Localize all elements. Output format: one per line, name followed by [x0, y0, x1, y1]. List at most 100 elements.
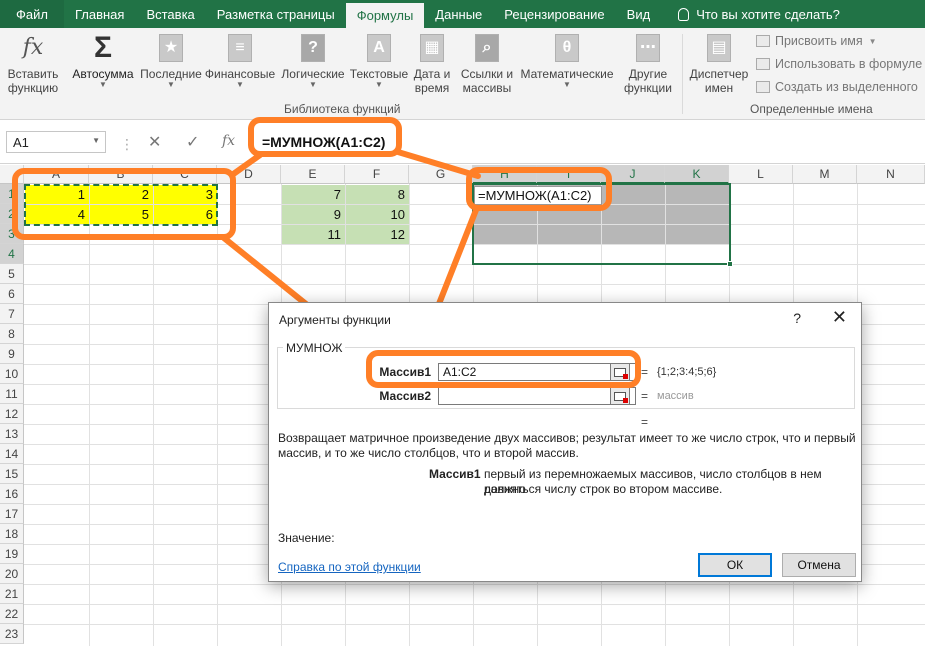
function-help-link[interactable]: Справка по этой функции	[278, 560, 421, 574]
lookup-button[interactable]: ⌕ Ссылки и массивы	[456, 32, 518, 95]
lightbulb-icon	[678, 7, 690, 21]
defined-names-label: Определенные имена	[750, 102, 873, 116]
col-header-f[interactable]: F	[345, 165, 409, 184]
logical-button[interactable]: ? Логические ▼	[278, 32, 348, 89]
row-header-8[interactable]: 8	[0, 324, 24, 344]
dialog-title: Аргументы функции	[279, 313, 391, 327]
sigma-icon: Σ	[93, 31, 112, 64]
annotation-formula-bar	[248, 117, 402, 157]
arg1-result: {1;2;3:4;5;6}	[657, 366, 717, 378]
tell-me-text: Что вы хотите сделать?	[696, 6, 840, 22]
close-icon[interactable]: ✕	[832, 307, 847, 328]
arg2-range-picker-icon[interactable]	[610, 387, 630, 405]
row-header-22[interactable]: 22	[0, 604, 24, 624]
other-functions-button[interactable]: ⋯ Другие функции	[618, 32, 678, 95]
cell-f2[interactable]: 10	[345, 205, 409, 225]
use-in-formula-button[interactable]: Использовать в формуле ▼	[756, 57, 925, 71]
col-header-l[interactable]: L	[729, 165, 793, 184]
insert-function-icon[interactable]: fx	[222, 133, 235, 149]
row-header-5[interactable]: 5	[0, 264, 24, 284]
cell-e3[interactable]: 11	[281, 225, 345, 245]
tag-icon	[756, 35, 770, 47]
create-from-selection-button[interactable]: Создать из выделенного	[756, 80, 918, 94]
row-header-17[interactable]: 17	[0, 504, 24, 524]
cell-f3[interactable]: 12	[345, 225, 409, 245]
formula-bar: A1 ▼ ⋮ ✕ ✓ fx =МУМНОЖ(A1:C2)	[0, 120, 925, 164]
text-a-icon: A	[367, 34, 391, 62]
grid-icon	[756, 81, 770, 93]
col-header-n[interactable]: N	[857, 165, 925, 184]
cancel-formula-icon[interactable]: ✕	[148, 132, 161, 152]
chevron-down-icon: ▼	[99, 80, 107, 89]
tab-data[interactable]: Данные	[424, 0, 493, 28]
function-library-label: Библиотека функций	[284, 102, 401, 116]
tell-me-search[interactable]: Что вы хотите сделать?	[667, 0, 851, 28]
annotation-arg1	[366, 350, 641, 388]
fill-handle[interactable]	[727, 261, 733, 267]
text-button[interactable]: A Текстовые ▼	[348, 32, 410, 89]
ok-button[interactable]: ОК	[698, 553, 772, 577]
row-header-11[interactable]: 11	[0, 384, 24, 404]
ribbon-tabs: Файл Главная Вставка Разметка страницы Ф…	[0, 0, 925, 28]
tab-review[interactable]: Рецензирование	[493, 0, 615, 28]
row-header-23[interactable]: 23	[0, 624, 24, 644]
question-icon: ?	[301, 34, 325, 62]
row-header-7[interactable]: 7	[0, 304, 24, 324]
chevron-down-icon[interactable]: ▼	[92, 136, 100, 145]
function-description-line2: массив, и то же число столбцов, что и вт…	[278, 446, 579, 460]
row-header-18[interactable]: 18	[0, 524, 24, 544]
tab-file[interactable]: Файл	[0, 0, 64, 28]
row-header-10[interactable]: 10	[0, 364, 24, 384]
math-button[interactable]: θ Математические ▼	[518, 32, 616, 89]
insert-function-button[interactable]: fx Вставить функцию	[4, 32, 62, 96]
row-header-6[interactable]: 6	[0, 284, 24, 304]
help-icon[interactable]: ?	[793, 310, 801, 326]
cell-f1[interactable]: 8	[345, 185, 409, 205]
arg2-result: массив	[657, 390, 694, 402]
arg-help-line2: равняться числу строк во втором массиве.	[484, 482, 723, 496]
theta-icon: θ	[555, 34, 579, 62]
row-header-21[interactable]: 21	[0, 584, 24, 604]
enter-formula-icon[interactable]: ✓	[186, 132, 199, 152]
col-header-k[interactable]: K	[665, 165, 729, 184]
row-header-14[interactable]: 14	[0, 444, 24, 464]
arg-help-label: Массив1	[429, 467, 481, 481]
row-header-20[interactable]: 20	[0, 564, 24, 584]
tab-home[interactable]: Главная	[64, 0, 135, 28]
formula-icon	[756, 58, 770, 70]
col-header-e[interactable]: E	[281, 165, 345, 184]
financial-button[interactable]: ≡ Финансовые ▼	[204, 32, 276, 89]
function-name: МУМНОЖ	[283, 341, 346, 355]
cell-e1[interactable]: 7	[281, 185, 345, 205]
fx-icon: fx	[22, 35, 44, 60]
row-header-15[interactable]: 15	[0, 464, 24, 484]
row-header-13[interactable]: 13	[0, 424, 24, 444]
annotation-edit-cell	[466, 167, 612, 211]
col-header-m[interactable]: M	[793, 165, 857, 184]
tab-formulas[interactable]: Формулы	[345, 3, 425, 28]
row-header-19[interactable]: 19	[0, 544, 24, 564]
col-header-g[interactable]: G	[409, 165, 473, 184]
cell-e2[interactable]: 9	[281, 205, 345, 225]
autosum-button[interactable]: Σ Автосумма ▼	[68, 32, 138, 89]
row-header-12[interactable]: 12	[0, 404, 24, 424]
recent-button[interactable]: ★ Последние ▼	[138, 32, 204, 89]
function-description-line1: Возвращает матричное произведение двух м…	[278, 431, 856, 445]
tab-view[interactable]: Вид	[616, 0, 662, 28]
row-header-9[interactable]: 9	[0, 344, 24, 364]
row-header-16[interactable]: 16	[0, 484, 24, 504]
magnifier-icon: ⌕	[475, 34, 499, 62]
calendar-icon: ▦	[420, 34, 444, 62]
star-icon: ★	[159, 34, 183, 62]
tab-insert[interactable]: Вставка	[135, 0, 205, 28]
tab-page-layout[interactable]: Разметка страницы	[206, 0, 346, 28]
row-header-4[interactable]: 4	[0, 244, 24, 264]
name-manager-button[interactable]: ▤ Диспетчер имен	[686, 32, 752, 95]
arg2-input[interactable]	[438, 387, 636, 405]
ribbon: fx Вставить функцию Σ Автосумма ▼ ★ Посл…	[0, 28, 925, 120]
cancel-button[interactable]: Отмена	[782, 553, 856, 577]
coins-icon: ≡	[228, 34, 252, 62]
define-name-button[interactable]: Присвоить имя ▼	[756, 34, 877, 48]
name-box[interactable]: A1 ▼	[6, 131, 106, 153]
datetime-button[interactable]: ▦ Дата и время	[410, 32, 454, 95]
